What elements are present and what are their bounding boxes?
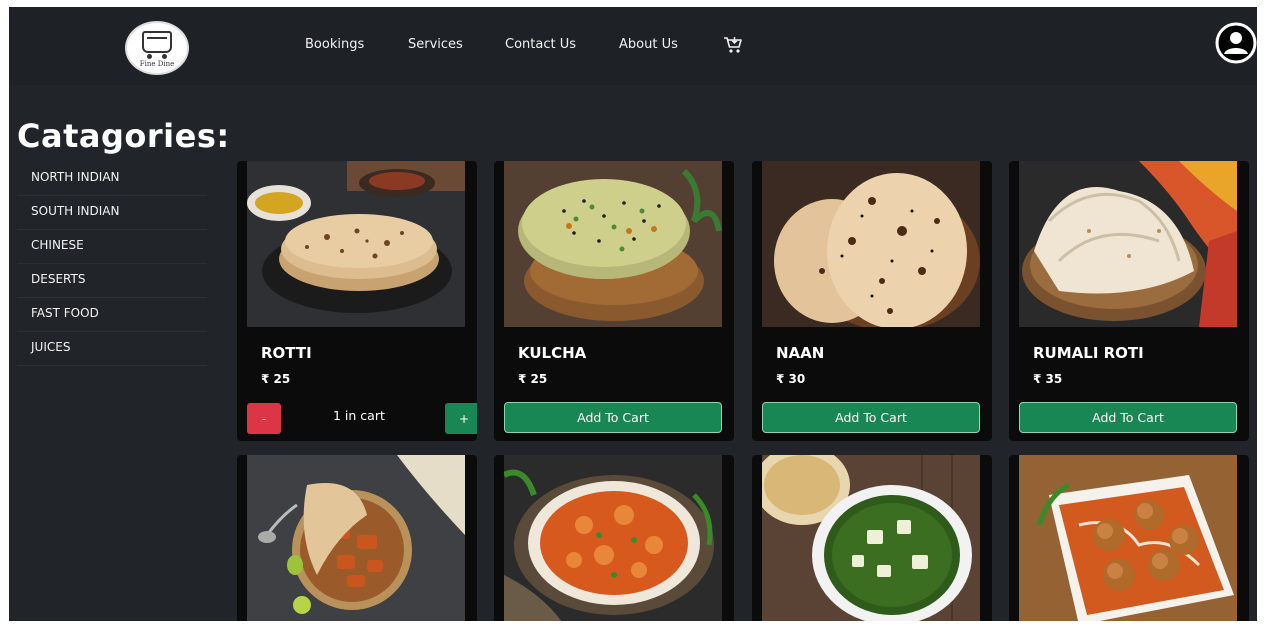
decrease-quantity-button[interactable]: -	[247, 403, 281, 434]
product-card-kulcha: KULCHA ₹ 25 Add To Cart	[494, 161, 734, 441]
product-name: NAAN	[776, 344, 825, 362]
product-card	[237, 455, 477, 621]
product-price: ₹ 35	[1033, 372, 1063, 386]
product-image	[247, 455, 465, 621]
product-name: RUMALI ROTI	[1033, 344, 1144, 362]
logo-cart-graphic	[142, 30, 172, 53]
brand-logo[interactable]: Fine Dine	[125, 21, 189, 75]
product-image-rotti	[247, 161, 465, 327]
categories-title: Catagories:	[17, 117, 230, 155]
category-list: NORTH INDIAN SOUTH INDIAN CHINESE DESERT…	[17, 162, 207, 366]
add-to-cart-button[interactable]: Add To Cart	[762, 402, 980, 433]
product-price: ₹ 30	[776, 372, 806, 386]
product-card-rumali-roti: RUMALI ROTI ₹ 35 Add To Cart	[1009, 161, 1249, 441]
nav-link-about-us[interactable]: About Us	[619, 37, 678, 52]
product-name: ROTTI	[261, 344, 312, 362]
product-price: ₹ 25	[261, 372, 291, 386]
product-image	[762, 455, 980, 621]
product-card-rotti: ROTTI ₹ 25 - 1 in cart +	[237, 161, 477, 441]
category-item-deserts[interactable]: DESERTS	[17, 264, 207, 298]
nav-link-bookings[interactable]: Bookings	[305, 37, 364, 52]
nav-link-contact-us[interactable]: Contact Us	[505, 37, 576, 52]
in-cart-count: 1 in cart	[333, 408, 385, 423]
product-card	[494, 455, 734, 621]
account-icon[interactable]	[1215, 22, 1257, 64]
product-price: ₹ 25	[518, 372, 548, 386]
product-name: KULCHA	[518, 344, 587, 362]
add-to-cart-button[interactable]: Add To Cart	[504, 402, 722, 433]
product-image	[504, 455, 722, 621]
product-image-naan	[762, 161, 980, 327]
product-card-naan: NAAN ₹ 30 Add To Cart	[752, 161, 992, 441]
product-card	[1009, 455, 1249, 621]
category-item-fast-food[interactable]: FAST FOOD	[17, 298, 207, 332]
navbar: Fine Dine Bookings Services Contact Us A…	[9, 7, 1257, 85]
product-image-rumali-roti	[1019, 161, 1237, 327]
cart-icon[interactable]	[723, 35, 743, 55]
app-frame: Fine Dine Bookings Services Contact Us A…	[9, 7, 1257, 621]
product-image-kulcha	[504, 161, 722, 327]
nav-link-services[interactable]: Services	[408, 37, 463, 52]
category-item-chinese[interactable]: CHINESE	[17, 230, 207, 264]
category-item-south-indian[interactable]: SOUTH INDIAN	[17, 196, 207, 230]
category-item-north-indian[interactable]: NORTH INDIAN	[17, 162, 207, 196]
product-card	[752, 455, 992, 621]
product-image	[1019, 455, 1237, 621]
category-item-juices[interactable]: JUICES	[17, 332, 207, 366]
logo-text: Fine Dine	[139, 59, 175, 68]
increase-quantity-button[interactable]: +	[445, 403, 477, 434]
add-to-cart-button[interactable]: Add To Cart	[1019, 402, 1237, 433]
